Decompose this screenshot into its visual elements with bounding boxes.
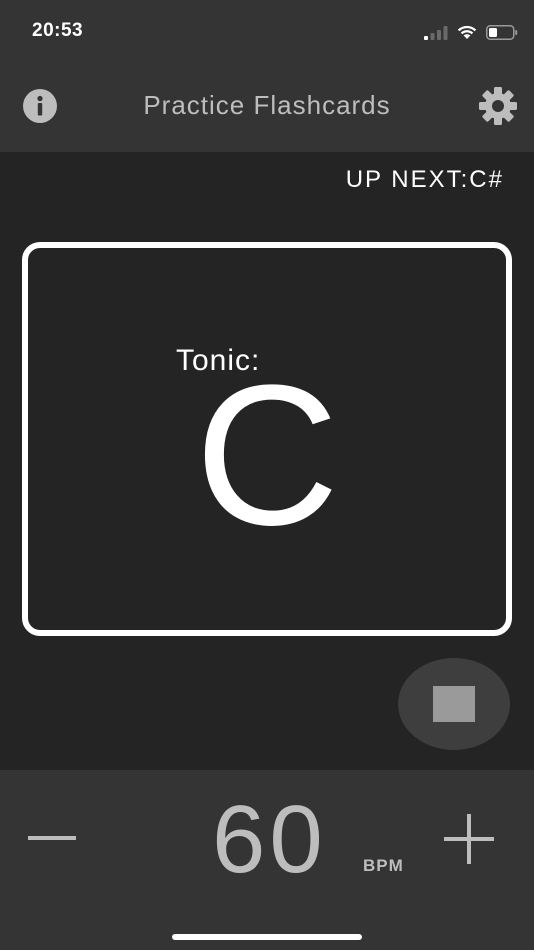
battery-icon <box>486 25 518 40</box>
plus-icon-vertical <box>467 814 471 864</box>
up-next-label: UP NEXT:C# <box>345 166 504 193</box>
stop-icon <box>433 686 475 722</box>
flashcard[interactable]: Tonic: C <box>22 242 512 636</box>
status-bar: 20:53 <box>0 0 534 60</box>
cellular-signal-icon <box>424 26 448 40</box>
page-title: Practice Flashcards <box>143 90 391 120</box>
minus-icon <box>28 836 76 840</box>
tempo-value: 60 <box>212 786 327 893</box>
status-time: 20:53 <box>32 20 84 41</box>
nav-bar: Practice Flashcards <box>0 60 534 152</box>
tempo-bar: 60 BPM <box>0 770 534 950</box>
tempo-unit: BPM <box>363 856 404 875</box>
settings-button[interactable] <box>478 86 518 126</box>
status-icons <box>424 22 518 40</box>
decrease-tempo-button[interactable] <box>24 814 80 862</box>
home-indicator[interactable] <box>172 934 362 940</box>
tonic-note: C <box>194 344 340 567</box>
app-screen: 20:53 Practice Flashcards UP NEXT:C# Ton… <box>0 0 534 950</box>
stop-button[interactable] <box>398 658 510 750</box>
increase-tempo-button[interactable] <box>440 810 498 868</box>
gear-icon <box>479 87 517 125</box>
wifi-icon <box>457 25 477 39</box>
